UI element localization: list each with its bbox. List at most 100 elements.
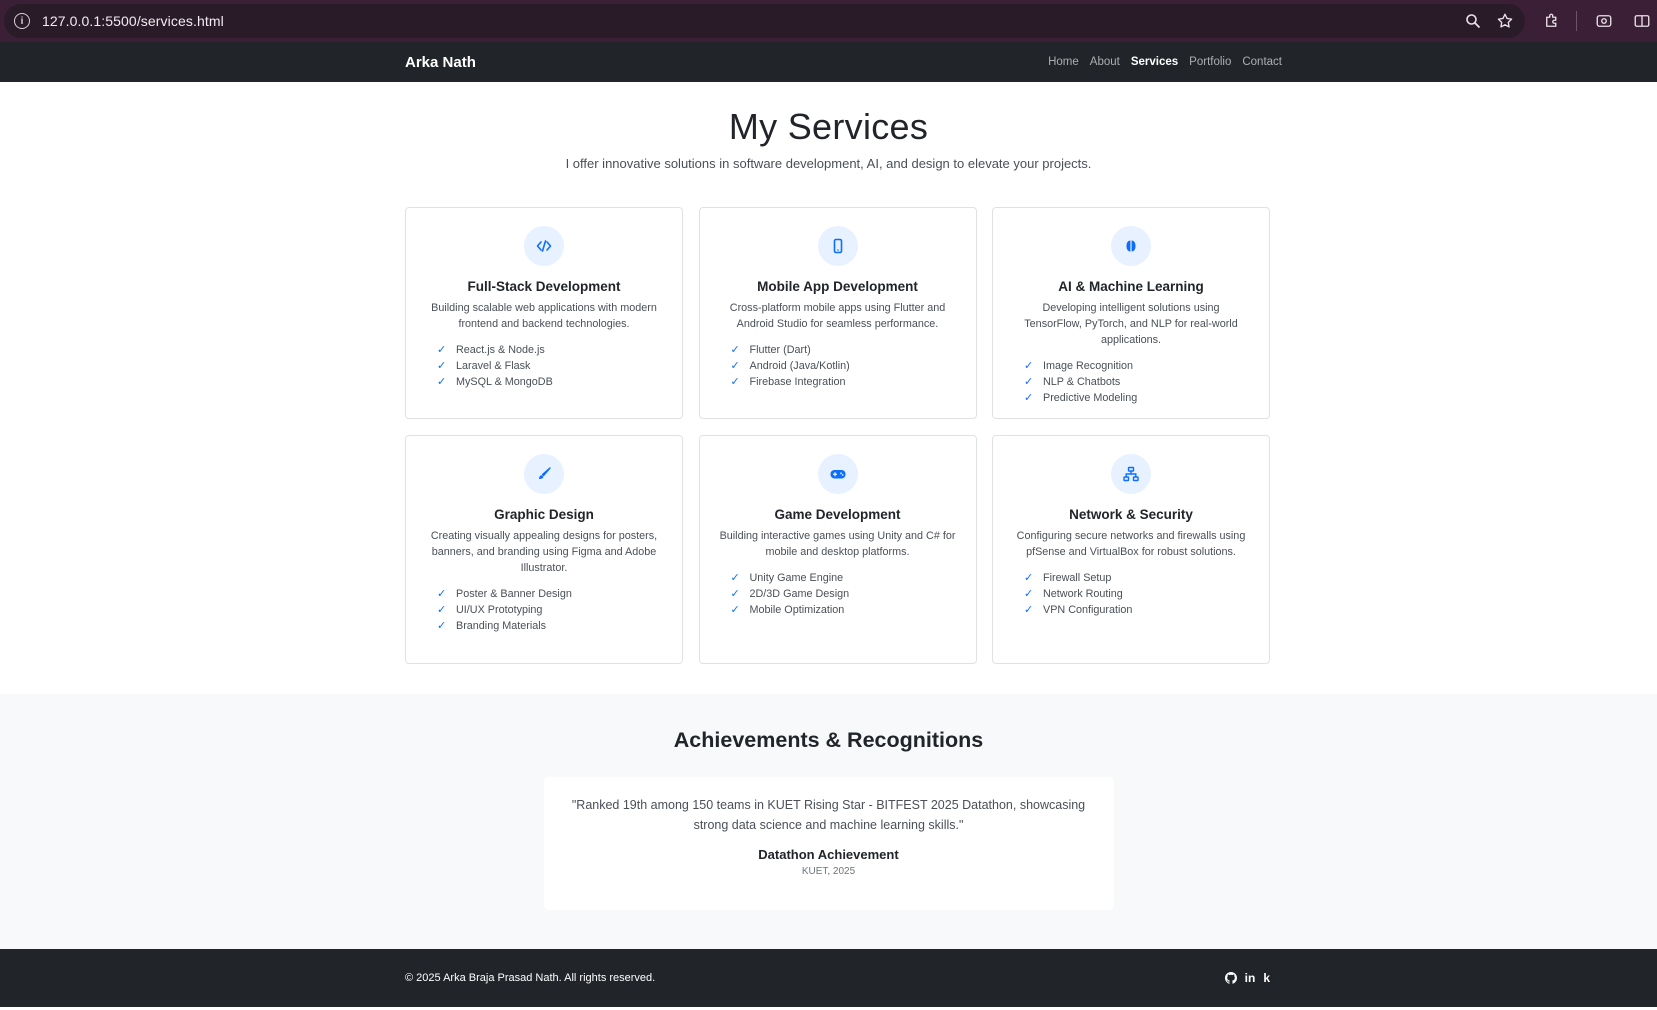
url-text[interactable]: 127.0.0.1:5500/services.html	[42, 13, 1451, 29]
network-icon	[1111, 454, 1151, 494]
list-item: ✓ MySQL & MongoDB	[437, 376, 553, 388]
service-card-game: Game Development Building interactive ga…	[698, 435, 977, 664]
check-icon: ✓	[437, 376, 447, 388]
service-description: Configuring secure networks and firewall…	[1016, 530, 1246, 558]
list-item: ✓ React.js & Node.js	[437, 344, 545, 356]
extensions-icon[interactable]	[1541, 10, 1563, 32]
list-item: ✓ Network Routing	[1024, 588, 1123, 600]
nav-portfolio[interactable]: Portfolio	[1189, 56, 1231, 68]
feature-list: ✓ Image Recognition ✓ NLP & Chatbots ✓ Pred…	[1009, 358, 1253, 406]
service-card-graphic: Graphic Design Creating visually appeali…	[405, 435, 683, 664]
list-item: ✓ Branding Materials	[437, 620, 547, 632]
service-title: Graphic Design	[494, 507, 594, 522]
service-title: Full-Stack Development	[467, 279, 621, 294]
list-item: ✓ NLP & Chatbots	[1024, 376, 1121, 388]
brush-icon	[524, 454, 564, 494]
feature-list: ✓ Firewall Setup ✓ Network Routing ✓ VPN Co…	[1009, 570, 1253, 618]
browser-toolbar: i 127.0.0.1:5500/services.html	[0, 0, 1657, 42]
nav-services[interactable]: Services	[1131, 56, 1178, 68]
feature-list: ✓ Unity Game Engine ✓ 2D/3D Game Design ✓ M…	[716, 570, 960, 618]
check-icon: ✓	[437, 588, 447, 600]
service-title: AI & Machine Learning	[1058, 279, 1204, 294]
list-item: ✓ Predictive Modeling	[1024, 392, 1138, 404]
service-title: Network & Security	[1069, 507, 1193, 522]
code-icon	[524, 226, 564, 266]
address-bar[interactable]: i 127.0.0.1:5500/services.html	[4, 4, 1525, 38]
service-card-mobile: Mobile App Development Cross-platform mo…	[698, 207, 977, 419]
check-icon: ✓	[437, 604, 447, 616]
list-item: ✓ Firebase Integration	[730, 376, 846, 388]
zoom-icon[interactable]	[1463, 11, 1483, 31]
service-description: Building scalable web applications with …	[431, 302, 657, 330]
service-card-fullstack: Full-Stack Development Building scalable…	[405, 207, 683, 419]
toolbar-divider	[1576, 11, 1578, 31]
service-title: Game Development	[774, 507, 901, 522]
service-description: Developing intelligent solutions using T…	[1024, 302, 1238, 346]
list-item: ✓ 2D/3D Game Design	[730, 588, 850, 600]
screenshot-icon[interactable]	[1593, 10, 1615, 32]
check-icon: ✓	[730, 572, 740, 584]
kaggle-icon[interactable]: k	[1263, 971, 1270, 985]
testimonial-card: "Ranked 19th among 150 teams in KUET Ris…	[543, 777, 1114, 910]
check-icon: ✓	[1024, 360, 1034, 372]
service-card-ai: AI & Machine Learning Developing intelli…	[992, 207, 1270, 419]
list-item: ✓ Firewall Setup	[1024, 572, 1112, 584]
service-card-network: Network & Security Configuring secure ne…	[992, 435, 1270, 664]
check-icon: ✓	[730, 588, 740, 600]
check-icon: ✓	[437, 620, 447, 632]
feature-list: ✓ Flutter (Dart) ✓ Android (Java/Kotlin) ✓…	[716, 342, 960, 390]
social-links: in k	[1224, 971, 1270, 985]
page-title: My Services	[728, 106, 929, 147]
list-item: ✓ Laravel & Flask	[437, 360, 531, 372]
linkedin-icon[interactable]: in	[1245, 971, 1256, 985]
list-item: ✓ Poster & Banner Design	[437, 588, 572, 600]
github-icon[interactable]	[1224, 972, 1237, 984]
check-icon: ✓	[730, 360, 740, 372]
services-hero: My Services I offer innovative solutions…	[0, 82, 1657, 171]
achievement-title: Datathon Achievement	[758, 847, 899, 862]
services-grid: Full-Stack Development Building scalable…	[405, 207, 1270, 664]
check-icon: ✓	[1024, 572, 1034, 584]
list-item: ✓ Unity Game Engine	[730, 572, 844, 584]
feature-list: ✓ Poster & Banner Design ✓ UI/UX Prototypi…	[422, 586, 666, 634]
site-footer: © 2025 Arka Braja Prasad Nath. All right…	[0, 949, 1657, 1007]
list-item: ✓ Flutter (Dart)	[730, 344, 811, 356]
check-icon: ✓	[437, 360, 447, 372]
feature-list: ✓ React.js & Node.js ✓ Laravel & Flask ✓ My…	[422, 342, 666, 390]
achievement-source: KUET, 2025	[801, 866, 856, 877]
check-icon: ✓	[730, 344, 740, 356]
service-description: Creating visually appealing designs for …	[430, 530, 658, 574]
service-description: Cross-platform mobile apps using Flutter…	[729, 302, 946, 330]
site-navbar: Arka Nath Home About Services Portfolio …	[0, 42, 1657, 82]
check-icon: ✓	[437, 344, 447, 356]
reading-mode-icon[interactable]	[1631, 10, 1653, 32]
list-item: ✓ Image Recognition	[1024, 360, 1134, 372]
achievements-title: Achievements & Recognitions	[673, 728, 984, 752]
service-description: Building interactive games using Unity a…	[719, 530, 956, 558]
nav-contact[interactable]: Contact	[1242, 56, 1282, 68]
check-icon: ✓	[730, 376, 740, 388]
brand-link[interactable]: Arka Nath	[405, 54, 476, 71]
achievements-section: Achievements & Recognitions "Ranked 19th…	[0, 694, 1657, 949]
check-icon: ✓	[730, 604, 740, 616]
list-item: ✓ Mobile Optimization	[730, 604, 845, 616]
controller-icon	[817, 454, 858, 494]
star-icon[interactable]	[1495, 11, 1515, 31]
nav-home[interactable]: Home	[1048, 56, 1079, 68]
achievement-quote: "Ranked 19th among 150 teams in KUET Ris…	[571, 798, 1086, 832]
check-icon: ✓	[1024, 376, 1034, 388]
copyright-text: © 2025 Arka Braja Prasad Nath. All right…	[405, 972, 656, 984]
nav-links: Home About Services Portfolio Contact	[1048, 56, 1282, 68]
service-title: Mobile App Development	[757, 279, 918, 294]
page-subtitle: I offer innovative solutions in software…	[565, 156, 1092, 171]
list-item: ✓ UI/UX Prototyping	[437, 604, 543, 616]
brain-icon	[1111, 226, 1151, 266]
phone-icon	[817, 226, 858, 266]
list-item: ✓ Android (Java/Kotlin)	[730, 360, 850, 372]
nav-about[interactable]: About	[1090, 56, 1120, 68]
check-icon: ✓	[1024, 392, 1034, 404]
check-icon: ✓	[1024, 588, 1034, 600]
info-icon[interactable]: i	[14, 13, 30, 29]
check-icon: ✓	[1024, 604, 1034, 616]
list-item: ✓ VPN Configuration	[1024, 604, 1133, 616]
